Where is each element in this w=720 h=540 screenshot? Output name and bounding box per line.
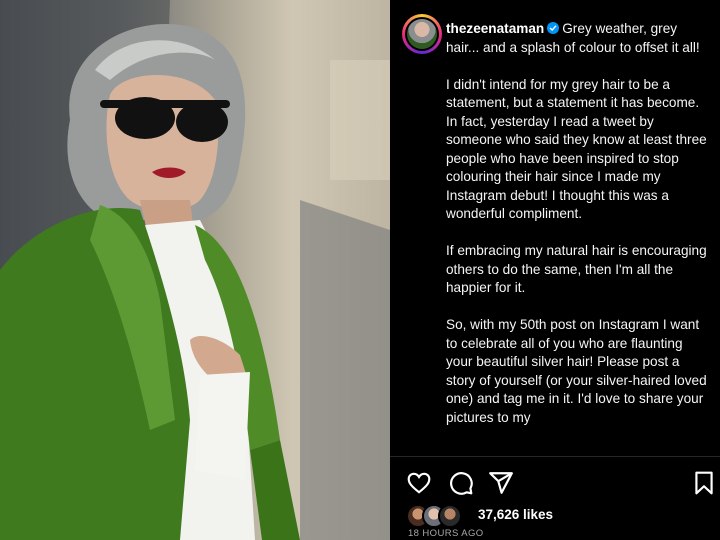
username-link[interactable]: thezeenataman [446, 21, 544, 36]
portrait-illustration [0, 0, 390, 540]
post-caption: thezeenataman Grey weather, grey hair... … [446, 20, 708, 456]
avatar[interactable] [402, 14, 442, 54]
comment-icon[interactable] [448, 470, 476, 498]
post-image[interactable] [0, 0, 390, 540]
verified-badge-icon [547, 22, 560, 34]
divider [390, 456, 720, 457]
post-actions: 37,626 likes 18 HOURS AGO [390, 458, 720, 540]
share-icon[interactable] [488, 470, 516, 498]
caption-first-paragraph: thezeenataman Grey weather, grey hair... … [446, 20, 708, 57]
caption-paragraph: I didn't intend for my grey hair to be a… [446, 76, 707, 222]
heart-icon[interactable] [406, 470, 434, 498]
avatar-image [407, 19, 437, 49]
bookmark-icon[interactable] [692, 470, 720, 498]
post-panel: thezeenataman Grey weather, grey hair... … [390, 0, 720, 540]
caption-paragraph: So, with my 50th post on Instagram I wan… [446, 317, 707, 425]
post-timestamp[interactable]: 18 HOURS AGO [408, 528, 484, 539]
likes-count[interactable]: 37,626 likes [478, 507, 553, 522]
caption-paragraph: If embracing my natural hair is encourag… [446, 243, 707, 295]
liker-avatar [438, 504, 462, 528]
